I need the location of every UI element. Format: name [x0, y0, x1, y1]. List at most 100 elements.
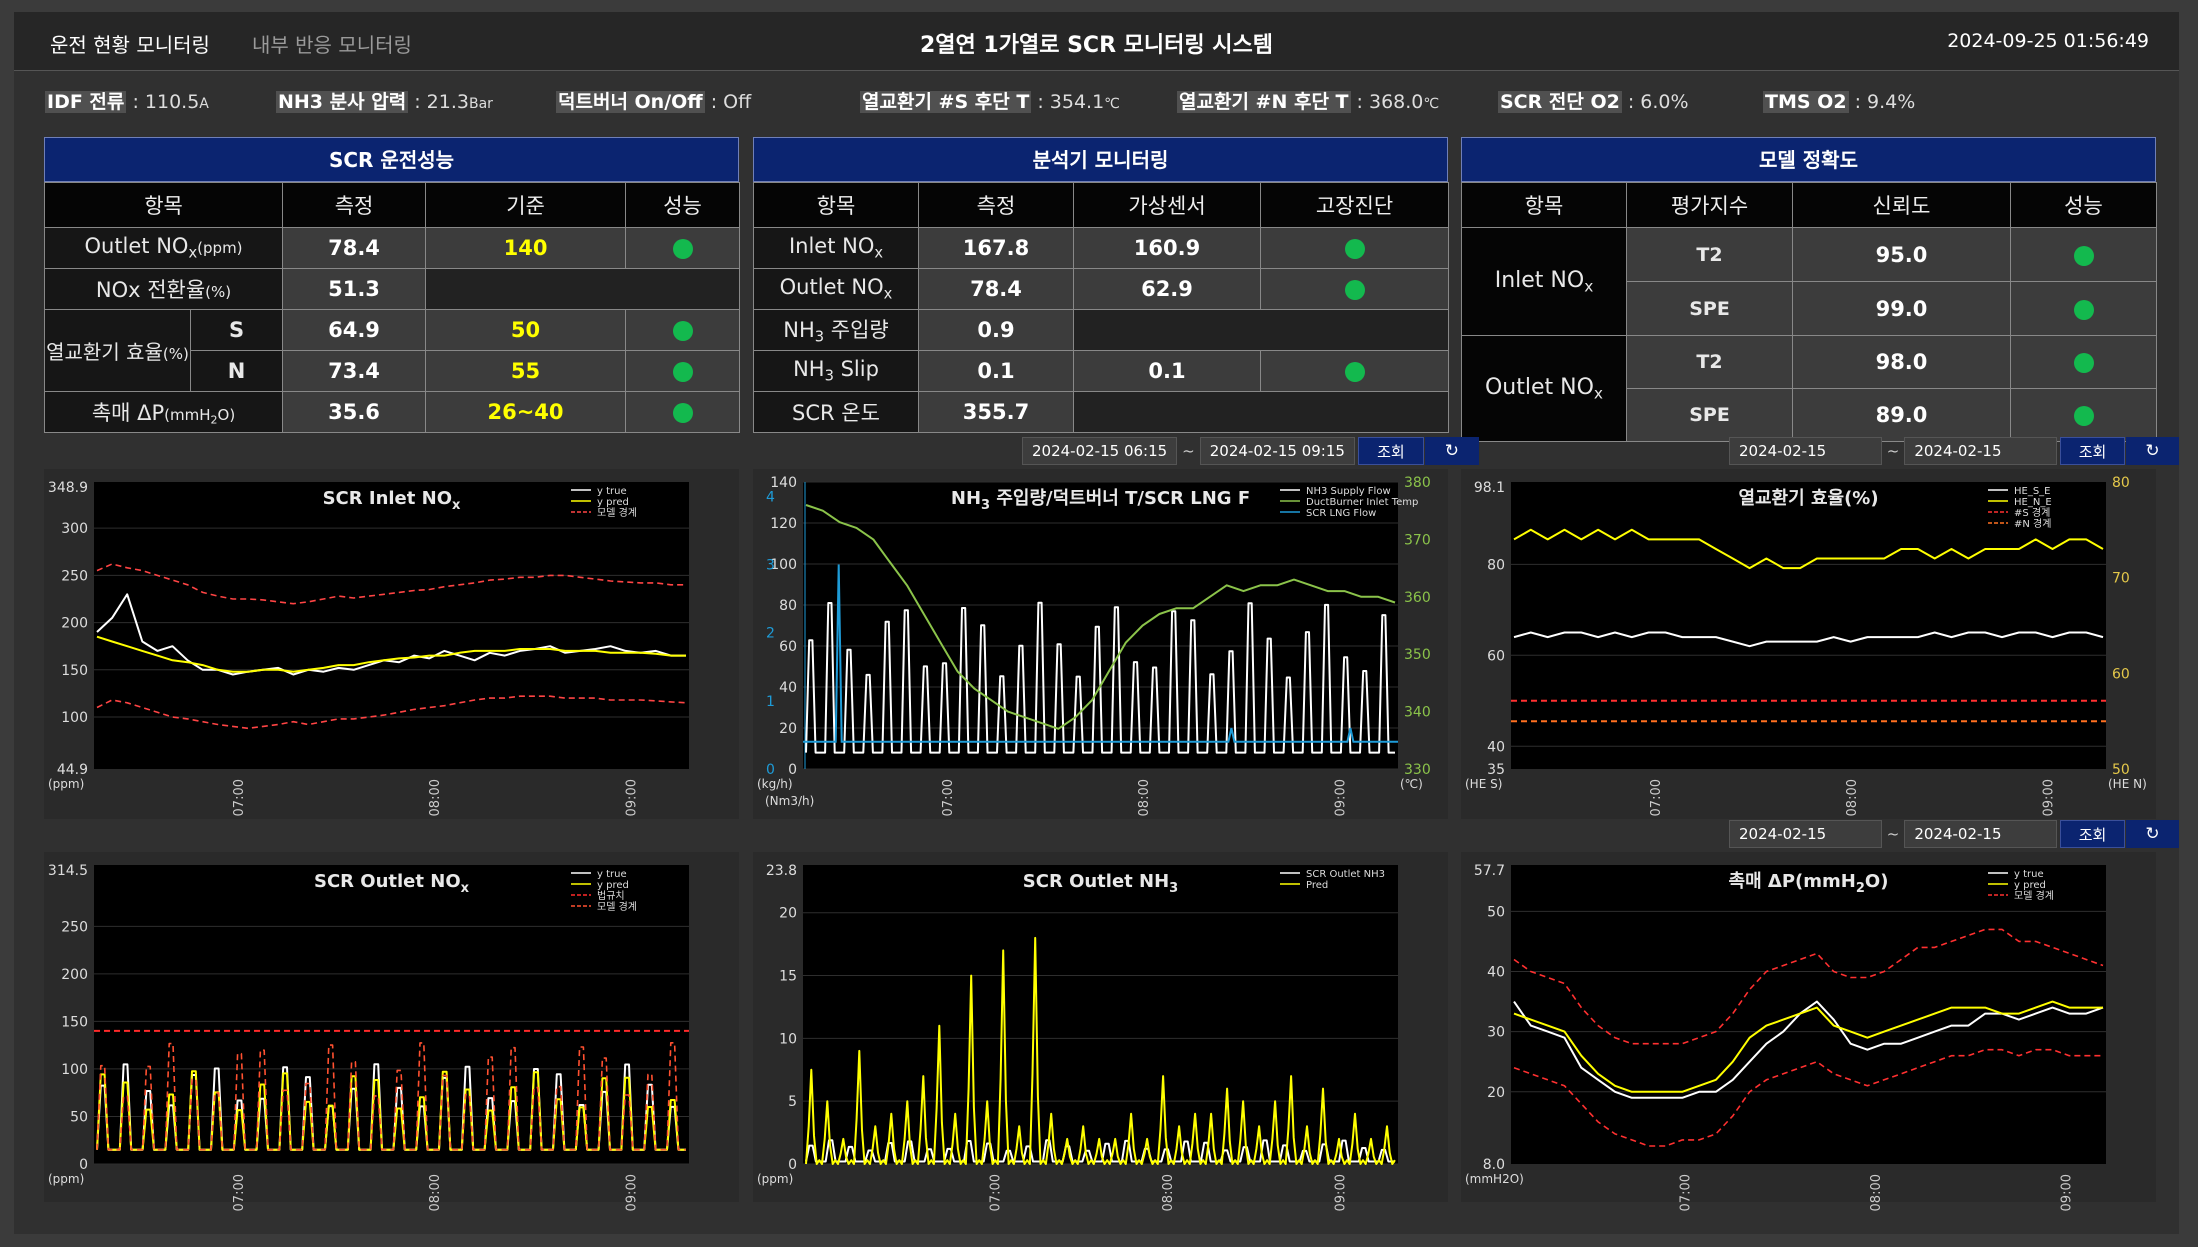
y-tick-label: 250: [61, 568, 88, 584]
y-tick-label: 20: [1487, 1085, 1505, 1101]
x-tick-label: 09:00: [2041, 779, 2056, 816]
y-tick-label: 0: [788, 762, 797, 778]
row-label: Outlet NOx(ppm): [43, 227, 284, 269]
header-item: 항목: [43, 182, 284, 228]
performance-cell: [625, 309, 741, 351]
y-axis-unit: (ppm): [757, 1172, 793, 1186]
row-label: Outlet NOx: [753, 268, 919, 310]
date-to-input[interactable]: 2024-02-15 09:15: [1904, 820, 2058, 869]
dp-chart-svg: 촉매 ΔP(mmH2O)2030405057.78.0(mmH2O) 07:00 0…: [1465, 863, 2106, 1211]
status-good-icon: [672, 362, 693, 382]
date-from-input[interactable]: 2024-02-15 06:15: [1022, 437, 1178, 465]
legend-label: SCR Outlet NH3: [1306, 869, 1385, 880]
group-label: Inlet NOx: [1461, 227, 1627, 336]
y-tick-label: 0: [788, 1157, 797, 1173]
empty-cell: [1073, 391, 1449, 433]
y-axis-unit: (ppm): [48, 1172, 84, 1186]
sub-label-s: S: [189, 309, 284, 351]
measure-value: 35.6: [282, 391, 427, 433]
reliability-value: 89.0: [1792, 388, 2011, 442]
chart-nh3-injection: NH3 주입량/덕트버너 T/SCR LNG F 0 20 40 60 80 100 120 1…: [753, 469, 1448, 819]
y-tick-label: 15: [779, 969, 797, 985]
virtual-value: 160.9: [1073, 227, 1261, 269]
date-from-input[interactable]: 2024-02-15 06:15: [1729, 437, 1882, 486]
query-button[interactable]: 조회: [1357, 437, 1424, 465]
status-value: : 21.3: [408, 91, 469, 113]
analyzer-monitoring-panel: 분석기 모니터링 항목 측정 가상센서 고장진단 Inlet NOx 167.8…: [753, 137, 1449, 433]
empty-cell: [425, 268, 741, 310]
legend-label: Pred: [1306, 880, 1328, 891]
row-label: Inlet NOx: [753, 227, 919, 269]
virtual-value: 0.1: [1073, 350, 1261, 392]
refresh-icon[interactable]: ↻: [2125, 437, 2179, 465]
y-right-tick-label: 380: [1404, 475, 1431, 491]
y-max-label: 98.1: [1474, 480, 1505, 496]
performance-cell: [625, 350, 741, 392]
y-tick-label: 200: [61, 616, 88, 632]
status-good-icon: [1344, 362, 1365, 382]
y-tick-label: 120: [770, 516, 797, 532]
query-button[interactable]: 조회: [2060, 820, 2125, 848]
x-tick-label: 08:00: [1137, 779, 1152, 816]
y-max-label: 348.9: [48, 480, 88, 496]
outlet-nh3-chart-svg: SCR Outlet NH3 0 5 10 15 20 23.8 (ppm) 07:00 08:0…: [757, 863, 1398, 1211]
measure-value: 0.9: [918, 309, 1074, 351]
date-from-input[interactable]: 2024-02-15 06:15: [1729, 820, 1882, 869]
refresh-icon[interactable]: ↻: [1424, 437, 1479, 465]
standard-value: 26~40: [425, 391, 627, 433]
reliability-value: 98.0: [1792, 335, 2011, 389]
status-good-icon: [1344, 239, 1365, 259]
standard-value: 55: [425, 350, 627, 392]
x-tick-label: 07:00: [1679, 1174, 1694, 1211]
measure-value: 355.7: [918, 391, 1074, 433]
measure-value: 51.3: [282, 268, 427, 310]
index-label: SPE: [1626, 281, 1793, 336]
status-label: 열교환기 #S 후단 T: [860, 91, 1032, 113]
status-good-icon: [672, 321, 693, 341]
panel-title: 모델 정확도: [1461, 137, 2156, 182]
index-label: T2: [1626, 227, 1793, 282]
legend-label: y pred: [2014, 880, 2046, 891]
y-tick-label: 0: [79, 1157, 88, 1173]
reliability-value: 99.0: [1792, 281, 2011, 336]
status-scr-o2: SCR 전단 O2 : 6.0%: [1498, 85, 1689, 119]
y-tick-label: 30: [1487, 1025, 1505, 1041]
chart-outlet-nox: SCR Outlet NOx 0 50 100 150 200 250 314.5 (ppm) 0…: [44, 852, 739, 1211]
range-separator: ~: [1886, 825, 1900, 843]
y-tick-label: 40: [1487, 964, 1505, 980]
date-to-input[interactable]: 2024-02-15 09:15: [1904, 437, 2058, 486]
y-right-axis-unit: (HE N): [2108, 777, 2147, 791]
range-separator: ~: [1182, 442, 1195, 460]
performance-cell: [2010, 281, 2157, 336]
y-axis-unit: (ppm): [48, 777, 84, 791]
tab-operation-monitoring[interactable]: 운전 현황 모니터링: [50, 29, 210, 58]
current-datetime: 2024-09-25 01:56:49: [1947, 30, 2149, 52]
performance-cell: [625, 227, 741, 269]
x-tick-label: 07:00: [1649, 779, 1664, 816]
legend-label: NH3 Supply Flow: [1306, 486, 1391, 497]
status-value: : Off: [704, 91, 752, 113]
y-tick-label: 80: [779, 598, 797, 614]
status-label: NH3 분사 압력: [276, 91, 409, 113]
y-far-tick-label: 1: [766, 694, 775, 710]
y-right-tick-label: 60: [2112, 666, 2130, 682]
measure-value: 78.4: [918, 268, 1074, 310]
legend-label: y true: [2014, 869, 2044, 880]
y-tick-label: 200: [61, 967, 88, 983]
status-he-n-temp: 열교환기 #N 후단 T : 368.0℃: [1177, 85, 1439, 119]
y-max-label: 314.5: [48, 863, 88, 879]
row-label: SCR 온도: [753, 391, 919, 433]
status-value: : 368.0: [1350, 91, 1424, 113]
refresh-icon[interactable]: ↻: [2125, 820, 2179, 848]
tab-internal-reaction[interactable]: 내부 반응 모니터링: [252, 29, 412, 58]
query-button[interactable]: 조회: [2060, 437, 2125, 465]
date-to-input[interactable]: 2024-02-15 09:15: [1199, 437, 1355, 465]
analyzer-table: 항목 측정 가상센서 고장진단 Inlet NOx 167.8 160.9 Ou…: [753, 182, 1449, 433]
x-tick-label: 08:00: [428, 779, 443, 816]
diagnosis-cell: [1260, 268, 1449, 310]
y-axis-unit: (mmH2O): [1465, 1172, 1524, 1186]
legend-label: HE_N_E: [2014, 497, 2052, 508]
x-tick-label: 09:00: [1333, 1174, 1348, 1211]
chart-heat-exchanger: 열교환기 효율(%) 40 60 80 98.1 35 (HE S) 07:00 08:00 09…: [1461, 469, 2156, 819]
legend-label: 모델 경계: [597, 506, 637, 519]
